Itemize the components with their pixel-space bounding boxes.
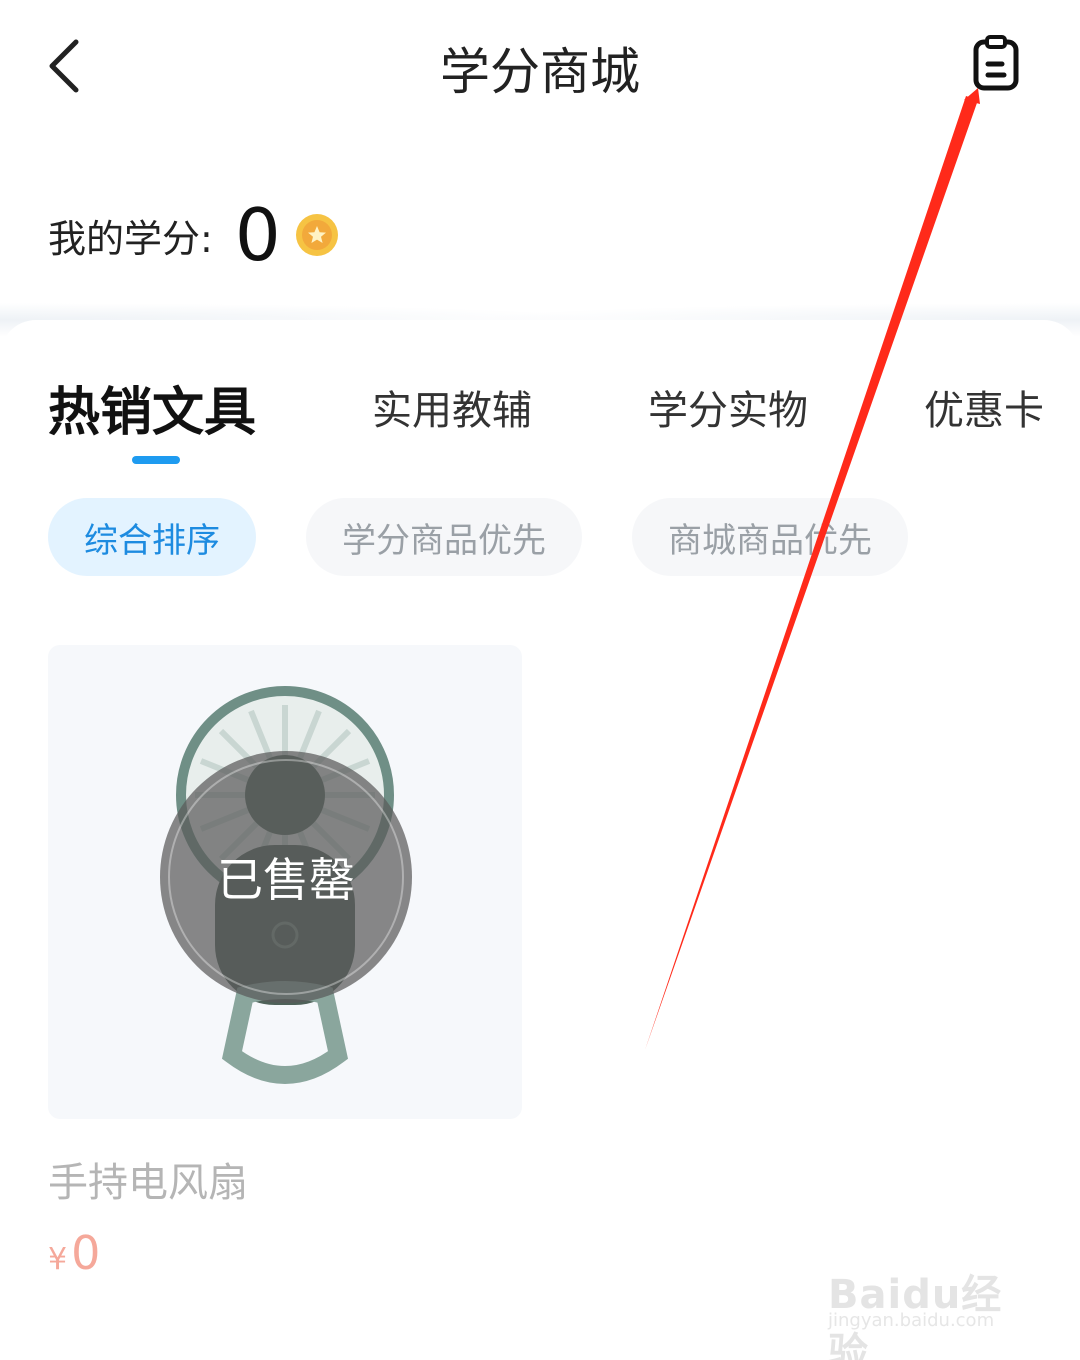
product-card[interactable]: 已售罄: [48, 645, 522, 1119]
credits-label: 我的学分:: [48, 216, 213, 261]
sold-out-text: 已售罄: [217, 853, 355, 907]
active-tab-indicator: [132, 456, 180, 464]
page-title: 学分商城: [440, 43, 640, 101]
tab-discount-cards[interactable]: 优惠卡: [924, 378, 1044, 436]
credits-value: 0: [234, 193, 281, 277]
gold-coin-icon: [295, 214, 338, 256]
exchange-records-button[interactable]: [966, 34, 1026, 94]
watermark-url: jingyan.baidu.com: [828, 1310, 995, 1331]
sort-credit-first-chip[interactable]: 学分商品优先: [306, 498, 582, 576]
sort-chips: 综合排序 学分商品优先 商城商品优先: [48, 498, 908, 576]
price-value: 0: [71, 1226, 101, 1280]
product-price: ¥ 0: [48, 1226, 100, 1280]
sort-default-chip[interactable]: 综合排序: [48, 498, 256, 576]
tab-study-materials[interactable]: 实用教辅: [372, 378, 532, 436]
tab-hot-stationery[interactable]: 热销文具: [48, 370, 256, 445]
category-tabs: 热销文具 实用教辅 学分实物 优惠卡: [0, 360, 1080, 470]
top-bar: 学分商城: [0, 0, 1080, 130]
currency-symbol: ¥: [48, 1242, 68, 1277]
my-credits: 我的学分: 0: [48, 190, 339, 280]
tab-credit-goods[interactable]: 学分实物: [648, 378, 808, 436]
clipboard-icon: [973, 35, 1019, 91]
watermark: Baidu经验 jingyan.baidu.com: [828, 1262, 1028, 1360]
sort-mall-first-chip[interactable]: 商城商品优先: [632, 498, 908, 576]
sold-out-badge: 已售罄: [160, 751, 412, 1003]
product-name[interactable]: 手持电风扇: [48, 1150, 248, 1208]
